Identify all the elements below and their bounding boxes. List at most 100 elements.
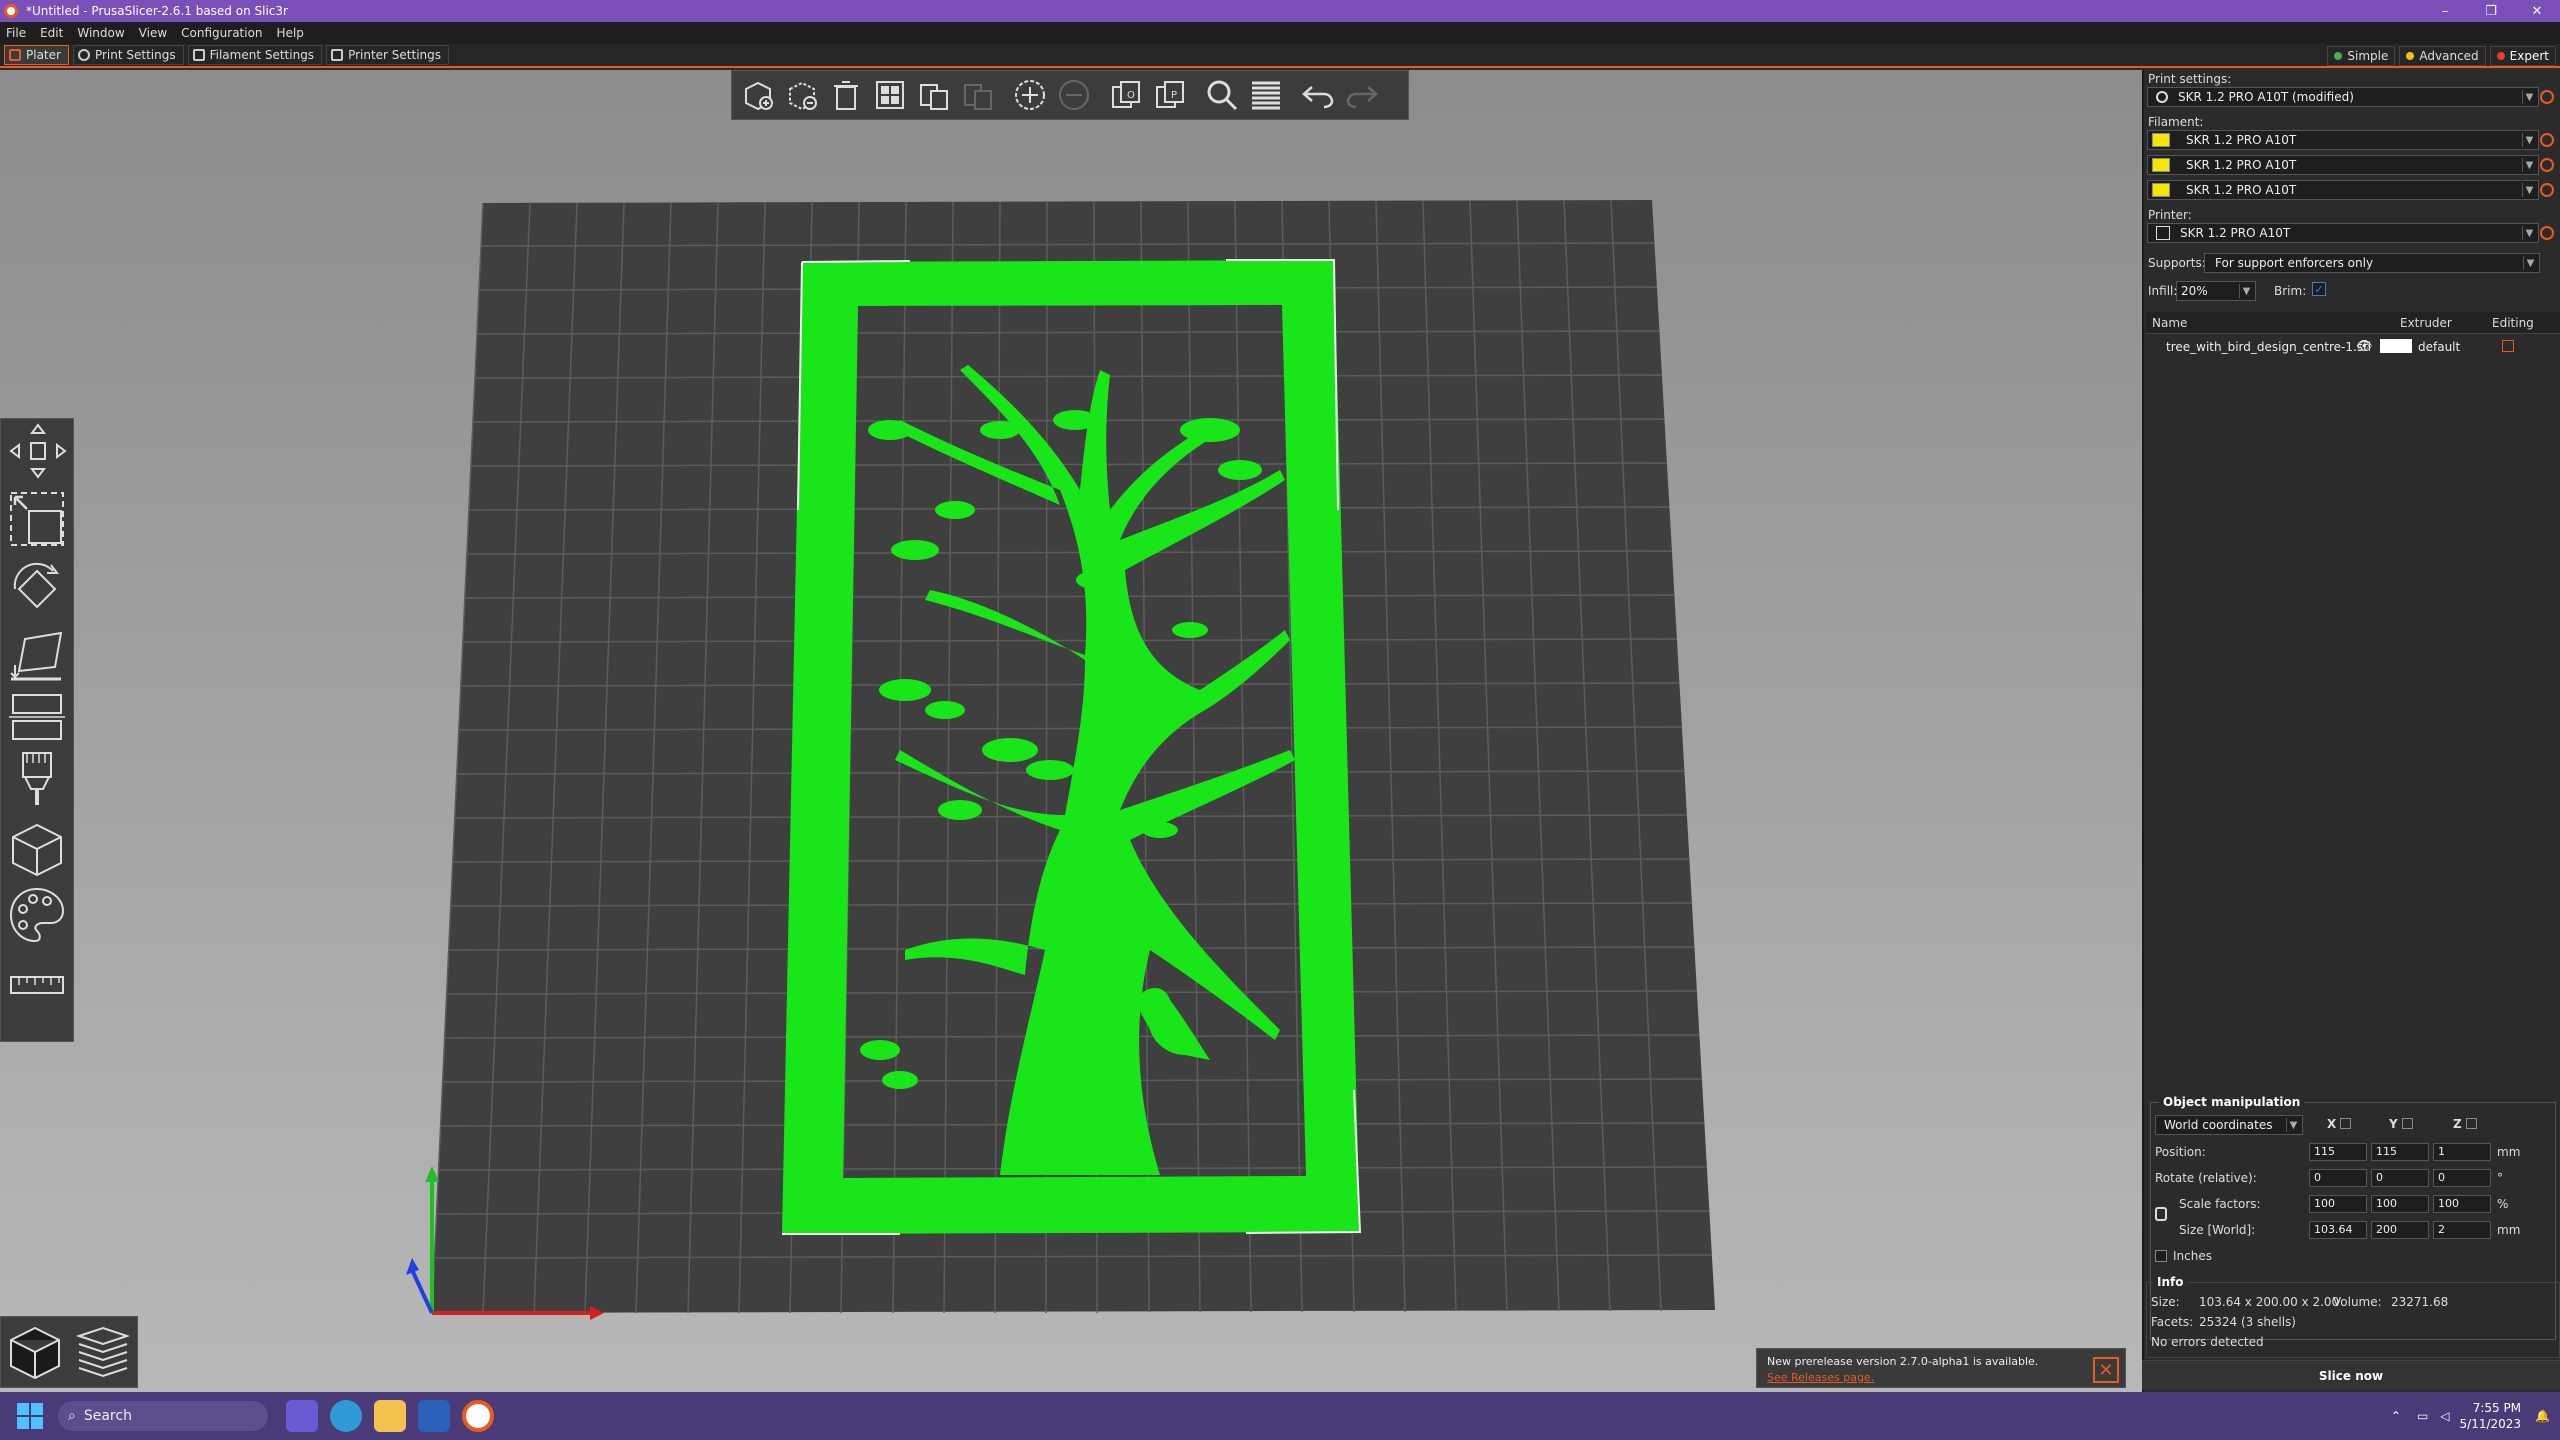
file-explorer-icon[interactable] [374,1400,406,1432]
filament-select-2[interactable]: SKR 1.2 PRO A10T ▼ [2147,155,2539,175]
prusaslicer-taskbar-icon[interactable] [462,1400,494,1432]
search-button[interactable] [1202,75,1242,115]
position-x-field[interactable]: 115 [2309,1143,2367,1161]
undo-button[interactable] [1298,75,1338,115]
copy-button[interactable] [914,75,954,115]
add-instance-button[interactable] [1010,75,1050,115]
slice-now-button[interactable]: Slice now [2142,1360,2560,1390]
scale-y-field[interactable]: 100 [2371,1195,2429,1213]
object-list-row[interactable]: tree_with_bird_design_centre-1.stl 👁 def… [2146,336,2560,358]
position-z-field[interactable]: 1 [2433,1143,2491,1161]
edit-settings-icon[interactable] [2502,340,2514,352]
menu-file[interactable]: File [6,26,26,40]
size-y-field[interactable]: 200 [2371,1221,2429,1239]
scale-z-field[interactable]: 100 [2433,1195,2491,1213]
info-errors: No errors detected [2151,1335,2264,1349]
size-x-field[interactable]: 103.64 [2309,1221,2367,1239]
redo-button[interactable] [1342,75,1382,115]
mmu-paint-button[interactable] [7,885,67,945]
position-y-field[interactable]: 115 [2371,1143,2429,1161]
start-button[interactable] [10,1396,50,1436]
paste-button[interactable] [958,75,998,115]
mode-simple-button[interactable]: Simple [2327,46,2396,66]
menu-help[interactable]: Help [277,26,304,40]
object-extruder[interactable]: default [2418,340,2460,354]
edit-preset-icon[interactable] [2540,133,2554,147]
menu-configuration[interactable]: Configuration [181,26,262,40]
eye-icon[interactable]: 👁 [2356,339,2373,354]
scale-tool-button[interactable] [7,489,67,549]
menu-view[interactable]: View [139,26,167,40]
brim-checkbox[interactable]: ✓ [2312,282,2326,296]
place-on-face-button[interactable] [7,625,67,685]
axis-x-lock-icon[interactable] [2340,1118,2351,1129]
rotate-y-field[interactable]: 0 [2371,1169,2429,1187]
taskbar-search[interactable]: ⌕ Search [58,1401,268,1431]
preview-view-button[interactable] [73,1322,133,1382]
menu-window[interactable]: Window [77,26,124,40]
network-icon[interactable]: ▭ [2417,1409,2428,1423]
size-z-field[interactable]: 2 [2433,1221,2491,1239]
supports-select[interactable]: For support enforcers only ▼ [2204,253,2540,273]
cut-tool-button[interactable] [7,685,67,745]
rotate-x-field[interactable]: 0 [2309,1169,2367,1187]
filament-select-1[interactable]: SKR 1.2 PRO A10T ▼ [2147,130,2539,150]
seam-paint-button[interactable] [7,819,67,879]
arrange-button[interactable] [870,75,910,115]
add-object-button[interactable] [738,75,778,115]
move-tool-button[interactable] [7,421,67,481]
notification-close-button[interactable]: ✕ [2093,1357,2119,1383]
scene-canvas[interactable] [0,70,2142,1392]
edge-browser-icon[interactable] [330,1400,362,1432]
tab-filament-settings[interactable]: Filament Settings [187,45,323,65]
title-bar: *Untitled - PrusaSlicer-2.6.1 based on S… [0,0,2560,22]
mode-dot-icon [2334,52,2343,60]
taskbar-app-icon[interactable] [286,1400,318,1432]
tab-printer-settings[interactable]: Printer Settings [326,45,450,65]
filament-color-swatch [2152,183,2170,197]
inches-checkbox[interactable] [2155,1250,2167,1262]
mode-label: Advanced [2419,49,2479,63]
edit-preset-icon[interactable] [2540,226,2554,240]
minimize-button[interactable]: – [2422,0,2468,22]
3d-viewport[interactable] [0,70,2142,1392]
volume-icon[interactable]: ◁ [2440,1409,2449,1423]
axis-y-lock-icon[interactable] [2402,1118,2413,1129]
edit-preset-icon[interactable] [2540,90,2554,104]
store-icon[interactable] [418,1400,450,1432]
mode-expert-button[interactable]: Expert [2489,46,2556,66]
delete-all-button[interactable] [826,75,866,115]
rotate-z-field[interactable]: 0 [2433,1169,2491,1187]
print-profile-select[interactable]: SKR 1.2 PRO A10T (modified) ▼ [2147,87,2539,107]
restore-button[interactable]: ❐ [2468,0,2514,22]
clock[interactable]: 7:55 PM 5/11/2023 [2460,1400,2522,1432]
edit-preset-icon[interactable] [2540,183,2554,197]
tab-plater[interactable]: Plater [4,45,69,65]
rotate-tool-button[interactable] [7,559,67,619]
lock-icon[interactable] [2155,1207,2167,1221]
split-objects-button[interactable]: O [1106,75,1146,115]
infill-select[interactable]: 20% ▼ [2176,281,2256,301]
mode-advanced-button[interactable]: Advanced [2399,46,2486,66]
releases-link[interactable]: See Releases page. [1767,1371,2115,1384]
tab-print-settings[interactable]: Print Settings [72,45,184,65]
coordinate-system-select[interactable]: World coordinates ▼ [2155,1115,2303,1135]
delete-object-button[interactable] [782,75,822,115]
filament-select-3[interactable]: SKR 1.2 PRO A10T ▼ [2147,180,2539,200]
measure-tool-button[interactable] [7,955,67,1015]
scale-x-field[interactable]: 100 [2309,1195,2367,1213]
3d-view-button[interactable] [5,1322,65,1382]
close-window-button[interactable]: ✕ [2514,0,2560,22]
printer-select[interactable]: SKR 1.2 PRO A10T ▼ [2147,223,2539,243]
layers-editing-button[interactable] [1246,75,1286,115]
split-parts-button[interactable]: P [1150,75,1190,115]
object-list-header: Name Extruder Editing [2146,312,2560,334]
axis-z-lock-icon[interactable] [2466,1118,2477,1129]
chevron-up-icon[interactable]: ⌃ [2391,1409,2401,1423]
remove-instance-button[interactable] [1054,75,1094,115]
support-paint-button[interactable] [7,749,67,809]
edit-preset-icon[interactable] [2540,158,2554,172]
menu-edit[interactable]: Edit [40,26,63,40]
gizmo-toolbar [0,418,74,1042]
notification-bell-icon[interactable]: 🔔 [2535,1409,2550,1423]
